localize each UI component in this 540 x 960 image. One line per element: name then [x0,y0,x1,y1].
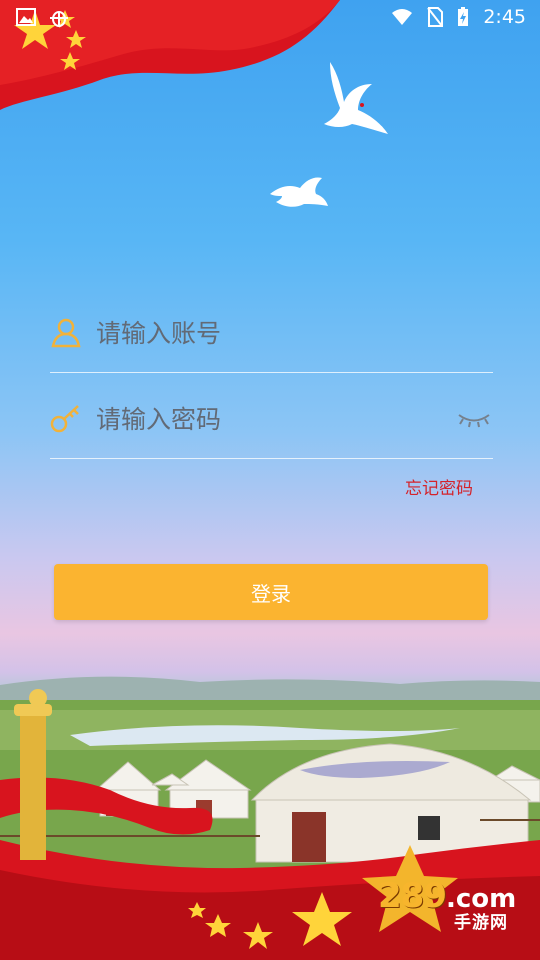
login-button[interactable]: 登录 [54,564,488,620]
password-input[interactable] [94,398,438,440]
image-notification-icon [16,8,36,26]
eye-closed-icon[interactable] [457,410,491,428]
watermark-number: 289 [378,876,447,916]
password-field [50,372,493,459]
no-sim-icon [427,7,444,27]
login-screen: 2:45 忘记密码 登录 [0,0,540,960]
username-field [50,286,493,373]
username-input[interactable] [94,312,438,354]
watermark-logo: 289.com 手游网 [378,876,516,933]
watermark-subtitle: 手游网 [454,913,508,933]
dove-image [324,62,388,134]
wifi-icon [392,9,413,25]
forgot-password-link[interactable]: 忘记密码 [405,474,473,499]
user-icon [51,318,81,348]
dove-image [270,177,328,207]
battery-charging-icon [458,7,469,26]
status-bar: 2:45 [0,0,540,36]
bug-notification-icon [50,11,68,27]
status-time: 2:45 [483,6,526,28]
key-icon [50,405,79,433]
